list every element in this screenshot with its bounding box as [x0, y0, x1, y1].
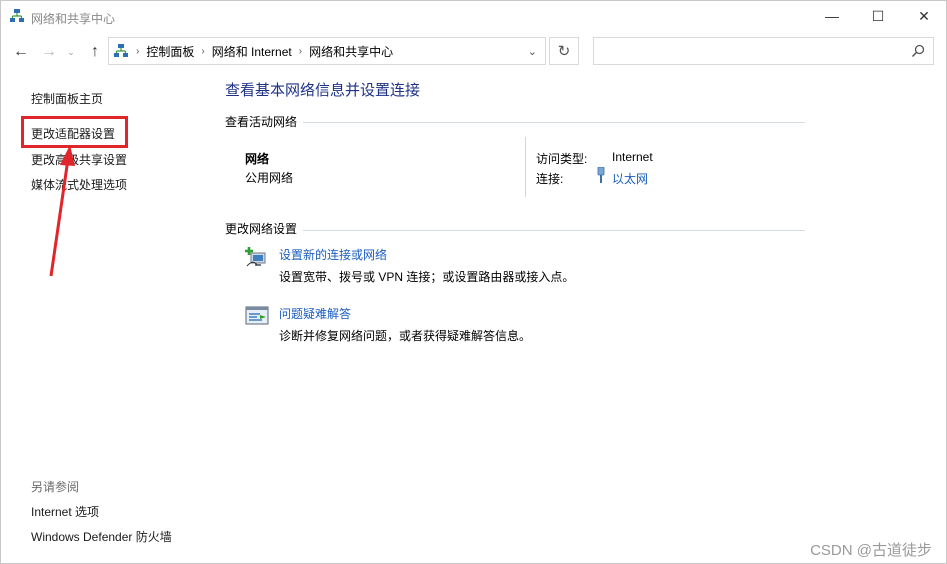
control-panel-home-link[interactable]: 控制面板主页	[31, 90, 103, 107]
access-type-label: 访问类型:	[536, 152, 588, 166]
back-button[interactable]: ←	[11, 42, 31, 62]
connection-label: 连接:	[536, 172, 564, 186]
close-button[interactable]: ✕	[901, 1, 947, 31]
annotation-arrow-icon	[49, 145, 75, 277]
active-networks-heading: 查看活动网络	[225, 115, 298, 129]
window-title: 网络和共享中心	[31, 12, 116, 26]
section-divider	[303, 230, 805, 231]
access-type-value: Internet	[612, 150, 653, 164]
breadcrumb-network-internet[interactable]: 网络和 Internet	[212, 43, 292, 60]
navigation-bar: ← → ⌄ ↑ › 控制面板 › 网络和 Internet › 网络和共享中心 …	[1, 37, 946, 67]
network-info-divider	[525, 137, 526, 197]
section-divider	[303, 122, 805, 123]
setup-new-connection-link[interactable]: 设置新的连接或网络	[279, 246, 387, 263]
change-network-settings-heading: 更改网络设置	[225, 222, 298, 236]
breadcrumb-separator: ›	[201, 45, 205, 57]
title-bar: 网络和共享中心 — ☐ ✕	[1, 1, 946, 32]
breadcrumb-control-panel[interactable]: 控制面板	[146, 43, 194, 60]
refresh-button[interactable]: ↻	[549, 37, 579, 65]
page-title: 查看基本网络信息并设置连接	[225, 82, 421, 99]
search-icon[interactable]	[911, 44, 925, 58]
up-button[interactable]: ↑	[85, 42, 105, 62]
address-dropdown-chevron-icon[interactable]: ⌄	[528, 45, 537, 58]
breadcrumb-separator: ›	[298, 45, 303, 57]
watermark-text: CSDN @古道徒步	[810, 542, 932, 559]
network-name: 网络	[245, 152, 270, 166]
ethernet-icon	[597, 167, 605, 183]
network-type: 公用网络	[245, 171, 294, 185]
breadcrumb-separator: ›	[136, 45, 140, 57]
windows-defender-firewall-link[interactable]: Windows Defender 防火墙	[31, 528, 172, 545]
maximize-button[interactable]: ☐	[855, 1, 901, 31]
setup-new-connection-description: 设置宽带、拨号或 VPN 连接；或设置路由器或接入点。	[279, 270, 575, 284]
network-center-icon	[10, 9, 24, 22]
internet-options-link[interactable]: Internet 选项	[31, 503, 99, 520]
search-input[interactable]	[593, 37, 934, 65]
address-bar[interactable]: › 控制面板 › 网络和 Internet › 网络和共享中心 ⌄	[108, 37, 546, 65]
troubleshoot-problems-description: 诊断并修复网络问题，或者获得疑难解答信息。	[279, 329, 532, 343]
breadcrumb-network-sharing-center[interactable]: 网络和共享中心	[309, 43, 393, 60]
forward-button[interactable]: →	[39, 42, 59, 62]
troubleshoot-icon	[245, 306, 269, 325]
minimize-button[interactable]: —	[809, 1, 855, 31]
new-connection-icon	[245, 247, 266, 267]
network-sharing-center-window: 网络和共享中心 — ☐ ✕ ← → ⌄ ↑ › 控制面板 › 网络和 Inter…	[0, 0, 947, 564]
ethernet-connection-link[interactable]: 以太网	[612, 170, 648, 187]
control-panel-network-icon	[114, 44, 128, 57]
troubleshoot-problems-link[interactable]: 问题疑难解答	[279, 305, 351, 322]
recent-locations-chevron-icon[interactable]: ⌄	[65, 46, 77, 58]
see-also-label: 另请参阅	[31, 480, 80, 494]
